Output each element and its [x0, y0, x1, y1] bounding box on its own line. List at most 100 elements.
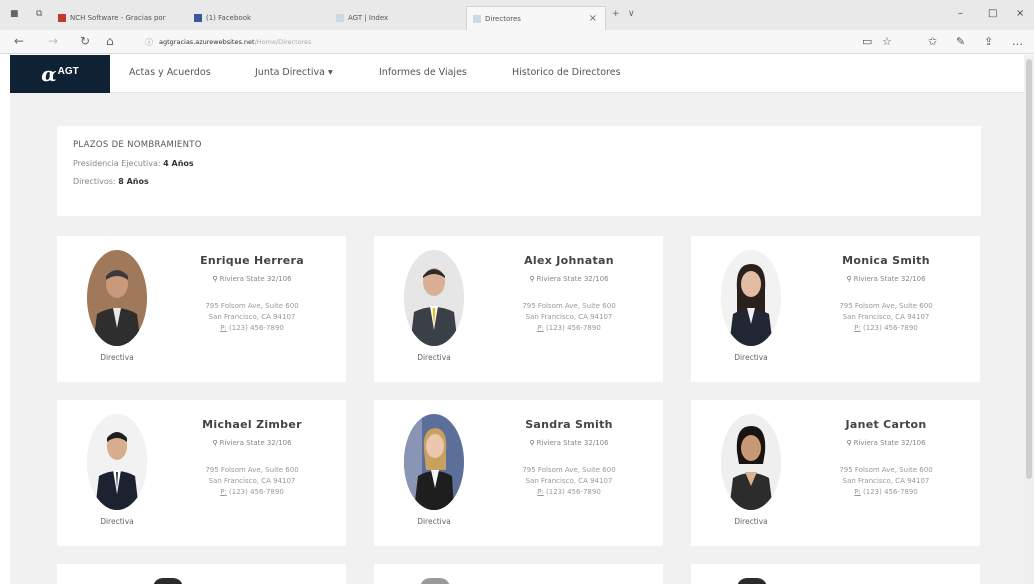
director-role: Directiva — [734, 517, 768, 526]
director-info: Michael Zimber ⚲ Riviera State 32/106 795… — [167, 418, 337, 498]
phone-prefix: P: — [220, 324, 227, 332]
director-address-line2: San Francisco, CA 94107 — [842, 313, 930, 321]
refresh-icon[interactable]: ↻ — [80, 34, 90, 48]
director-address: 795 Folsom Ave, Suite 600 San Francisco,… — [484, 465, 654, 498]
phone-number: (123) 456-7890 — [229, 488, 284, 496]
reading-view-icon[interactable]: ▭ — [862, 35, 872, 48]
terms-heading: PLAZOS DE NOMBRAMIENTO — [73, 140, 202, 150]
browser-tab-nch[interactable]: NCH Software - Gracias por — [52, 6, 182, 30]
phone-prefix: P: — [854, 488, 861, 496]
director-role: Directiva — [734, 353, 768, 362]
map-pin-icon: ⚲ — [529, 439, 535, 447]
map-pin-icon: ⚲ — [846, 439, 852, 447]
tab-label: Directores — [485, 14, 521, 23]
director-location: ⚲ Riviera State 32/106 — [167, 275, 337, 283]
director-card-partial[interactable] — [691, 564, 980, 584]
director-address: 795 Folsom Ave, Suite 600 San Francisco,… — [167, 465, 337, 498]
page-favicon-icon — [473, 14, 481, 23]
favorites-hub-icon[interactable]: ✩ — [928, 35, 937, 48]
director-card[interactable]: Directiva Monica Smith ⚲ Riviera State 32… — [691, 236, 980, 382]
home-icon[interactable]: ⌂ — [106, 34, 114, 48]
url-field[interactable]: ⓘ agtgracias.azurewebsites.net /Home/Dir… — [145, 34, 865, 50]
close-tab-icon[interactable]: × — [589, 13, 597, 24]
director-phone: P: (123) 456-7890 — [167, 487, 337, 498]
browser-address-bar: ← → ↻ ⌂ ⓘ agtgracias.azurewebsites.net /… — [0, 30, 1034, 54]
phone-prefix: P: — [854, 324, 861, 332]
phone-number: (123) 456-7890 — [546, 324, 601, 332]
director-address-line1: 795 Folsom Ave, Suite 600 — [205, 302, 299, 310]
director-location-text: Riviera State 32/106 — [853, 275, 926, 283]
tab-list-chevron-icon[interactable]: ∨ — [628, 9, 635, 19]
browser-tab-facebook[interactable]: (1) Facebook — [188, 6, 318, 30]
presidencia-value: 4 Años — [163, 159, 194, 168]
maximize-icon[interactable]: □ — [988, 8, 997, 19]
director-info: Alex Johnatan ⚲ Riviera State 32/106 795 … — [484, 254, 654, 334]
directivos-term: Directivos: 8 Años — [73, 177, 965, 186]
director-address-line1: 795 Folsom Ave, Suite 600 — [839, 466, 933, 474]
scrollbar-thumb[interactable] — [1026, 59, 1032, 479]
tab-label: (1) Facebook — [206, 14, 252, 22]
director-address: 795 Folsom Ave, Suite 600 San Francisco,… — [801, 301, 971, 334]
director-card-partial[interactable] — [57, 564, 346, 584]
director-role: Directiva — [417, 353, 451, 362]
director-name: Michael Zimber — [202, 418, 302, 431]
forward-arrow-icon[interactable]: → — [48, 34, 58, 48]
director-card[interactable]: Directiva Michael Zimber ⚲ Riviera State … — [57, 400, 346, 546]
tab-actions-icon[interactable]: ⧉ — [36, 9, 42, 19]
director-card[interactable]: Directiva Enrique Herrera ⚲ Riviera State… — [57, 236, 346, 382]
agt-logo[interactable]: α AGT — [10, 55, 110, 93]
presidencia-term: Presidencia Ejecutiva: 4 Años — [73, 159, 965, 168]
browser-tab-directores[interactable]: Directores × — [466, 6, 606, 30]
director-location: ⚲ Riviera State 32/106 — [484, 439, 654, 447]
director-location: ⚲ Riviera State 32/106 — [167, 439, 337, 447]
director-photo — [721, 250, 781, 346]
director-phone: P: (123) 456-7890 — [167, 323, 337, 334]
logo-alpha-mark: α — [41, 62, 57, 86]
director-photo-partial — [153, 578, 183, 584]
director-card[interactable]: Directiva Sandra Smith ⚲ Riviera State 32… — [374, 400, 663, 546]
site-navbar: α AGT Actas y Acuerdos Junta Directiva ▾… — [10, 55, 1024, 93]
phone-number: (123) 456-7890 — [229, 324, 284, 332]
director-address-line2: San Francisco, CA 94107 — [842, 477, 930, 485]
minimize-icon[interactable]: – — [958, 8, 963, 19]
director-location: ⚲ Riviera State 32/106 — [801, 275, 971, 283]
director-location: ⚲ Riviera State 32/106 — [801, 439, 971, 447]
director-role: Directiva — [100, 517, 134, 526]
director-address-line1: 795 Folsom Ave, Suite 600 — [522, 466, 616, 474]
window-menu-icon[interactable]: ■ — [10, 9, 19, 19]
director-card[interactable]: Directiva Janet Carton ⚲ Riviera State 32… — [691, 400, 980, 546]
nav-actas-y-acuerdos[interactable]: Actas y Acuerdos — [129, 67, 211, 78]
back-arrow-icon[interactable]: ← — [14, 34, 24, 48]
director-photo — [87, 250, 147, 346]
pen-notes-icon[interactable]: ✎ — [956, 35, 965, 48]
director-location-text: Riviera State 32/106 — [853, 439, 926, 447]
url-path: /Home/Directores — [254, 38, 312, 46]
director-name: Monica Smith — [842, 254, 930, 267]
browser-tab-agt-index[interactable]: AGT | Index — [330, 6, 460, 30]
director-card[interactable]: Directiva Alex Johnatan ⚲ Riviera State 3… — [374, 236, 663, 382]
nav-informes-de-viajes[interactable]: Informes de Viajes — [379, 67, 467, 78]
director-name: Janet Carton — [845, 418, 927, 431]
share-icon[interactable]: ⇪ — [984, 35, 993, 48]
close-window-icon[interactable]: × — [1016, 8, 1024, 19]
nav-junta-directiva[interactable]: Junta Directiva ▾ — [255, 67, 333, 78]
director-photo — [87, 414, 147, 510]
phone-number: (123) 456-7890 — [863, 324, 918, 332]
director-photo-partial — [737, 578, 767, 584]
page-favicon-icon — [336, 14, 344, 22]
page-info-icon[interactable]: ⓘ — [145, 37, 153, 48]
nch-favicon-icon — [58, 14, 66, 22]
page-scrollbar[interactable] — [1024, 55, 1034, 584]
phone-prefix: P: — [537, 324, 544, 332]
director-card-partial[interactable] — [374, 564, 663, 584]
nav-historico-de-directores[interactable]: Historico de Directores — [512, 67, 621, 78]
tab-label: AGT | Index — [348, 14, 389, 22]
more-menu-icon[interactable]: … — [1012, 35, 1023, 48]
director-role: Directiva — [417, 517, 451, 526]
new-tab-icon[interactable]: + — [612, 9, 620, 19]
tab-label: NCH Software - Gracias por — [70, 14, 166, 22]
director-info: Enrique Herrera ⚲ Riviera State 32/106 79… — [167, 254, 337, 334]
presidencia-label: Presidencia Ejecutiva: — [73, 159, 161, 168]
favorite-star-icon[interactable]: ☆ — [882, 35, 892, 48]
director-address-line2: San Francisco, CA 94107 — [208, 313, 296, 321]
